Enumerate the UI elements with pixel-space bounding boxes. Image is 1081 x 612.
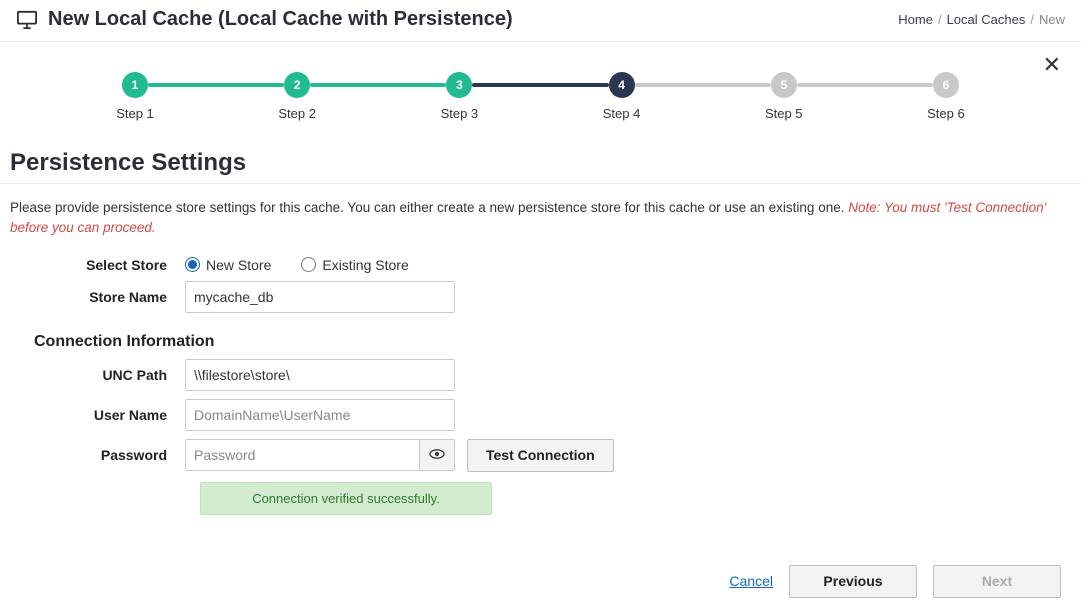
step-line [310,83,446,87]
radio-existing-store[interactable]: Existing Store [301,257,408,273]
step-circle: 5 [771,72,797,98]
breadcrumb-current: New [1039,12,1065,27]
step-5[interactable]: 5 [769,72,799,98]
step-circle: 4 [609,72,635,98]
wizard-body: ✕ 1 2 3 4 5 6 Step 1 Step 2 Step 3 Step … [0,42,1081,131]
step-label: Step 3 [436,106,482,121]
step-circle: 2 [284,72,310,98]
connection-info-title: Connection Information [34,333,1081,351]
header-left: New Local Cache (Local Cache with Persis… [16,8,513,31]
header-bar: New Local Cache (Local Cache with Persis… [0,0,1081,42]
monitor-icon [16,10,38,30]
label-password: Password [0,447,185,463]
radio-new-store-label: New Store [206,257,271,273]
instruction-text: Please provide persistence store setting… [0,198,1081,239]
label-user-name: User Name [0,407,185,423]
breadcrumb-sep: / [938,12,942,27]
step-label: Step 5 [761,106,807,121]
close-button[interactable]: ✕ [1043,52,1061,78]
unc-path-input[interactable] [185,359,455,391]
step-line [797,83,933,87]
password-input[interactable] [185,439,455,471]
stepper: 1 2 3 4 5 6 [120,72,961,98]
step-label: Step 1 [112,106,158,121]
breadcrumb-local-caches[interactable]: Local Caches [947,12,1026,27]
row-password: Password Test Connection [0,439,1081,472]
previous-button[interactable]: Previous [789,565,917,598]
user-name-input[interactable] [185,399,455,431]
close-icon: ✕ [1043,52,1061,77]
toggle-password-button[interactable] [419,439,455,471]
form-area: Select Store New Store Existing Store St… [0,257,1081,515]
radio-new-store-input[interactable] [185,257,200,272]
step-label: Step 4 [599,106,645,121]
footer-bar: Cancel Previous Next [0,545,1081,612]
next-button[interactable]: Next [933,565,1061,598]
radio-existing-store-label: Existing Store [322,257,408,273]
breadcrumb-home[interactable]: Home [898,12,933,27]
row-unc-path: UNC Path [0,359,1081,391]
store-name-input[interactable] [185,281,455,313]
step-3[interactable]: 3 [444,72,474,98]
step-label: Step 2 [274,106,320,121]
step-4[interactable]: 4 [607,72,637,98]
step-line [472,83,608,87]
radio-existing-store-input[interactable] [301,257,316,272]
radio-group-store: New Store Existing Store [185,257,409,273]
step-line [635,83,771,87]
row-user-name: User Name [0,399,1081,431]
step-2[interactable]: 2 [282,72,312,98]
divider [0,183,1081,184]
step-labels: Step 1 Step 2 Step 3 Step 4 Step 5 Step … [112,106,969,121]
label-unc-path: UNC Path [0,367,185,383]
step-circle: 1 [122,72,148,98]
section-title: Persistence Settings [10,149,1081,177]
row-select-store: Select Store New Store Existing Store [0,257,1081,273]
step-1[interactable]: 1 [120,72,150,98]
step-circle: 3 [446,72,472,98]
label-store-name: Store Name [0,289,185,305]
test-connection-button[interactable]: Test Connection [467,439,614,472]
label-select-store: Select Store [0,257,185,273]
breadcrumb: Home / Local Caches / New [898,12,1065,27]
radio-new-store[interactable]: New Store [185,257,271,273]
step-circle: 6 [933,72,959,98]
step-label: Step 6 [923,106,969,121]
step-6[interactable]: 6 [931,72,961,98]
row-store-name: Store Name [0,281,1081,313]
breadcrumb-sep: / [1030,12,1034,27]
instruction-plain: Please provide persistence store setting… [10,200,848,215]
alert-connection-success: Connection verified successfully. [200,482,492,515]
step-line [148,83,284,87]
eye-icon [429,446,445,464]
page-title: New Local Cache (Local Cache with Persis… [48,8,513,31]
cancel-link[interactable]: Cancel [729,573,773,589]
